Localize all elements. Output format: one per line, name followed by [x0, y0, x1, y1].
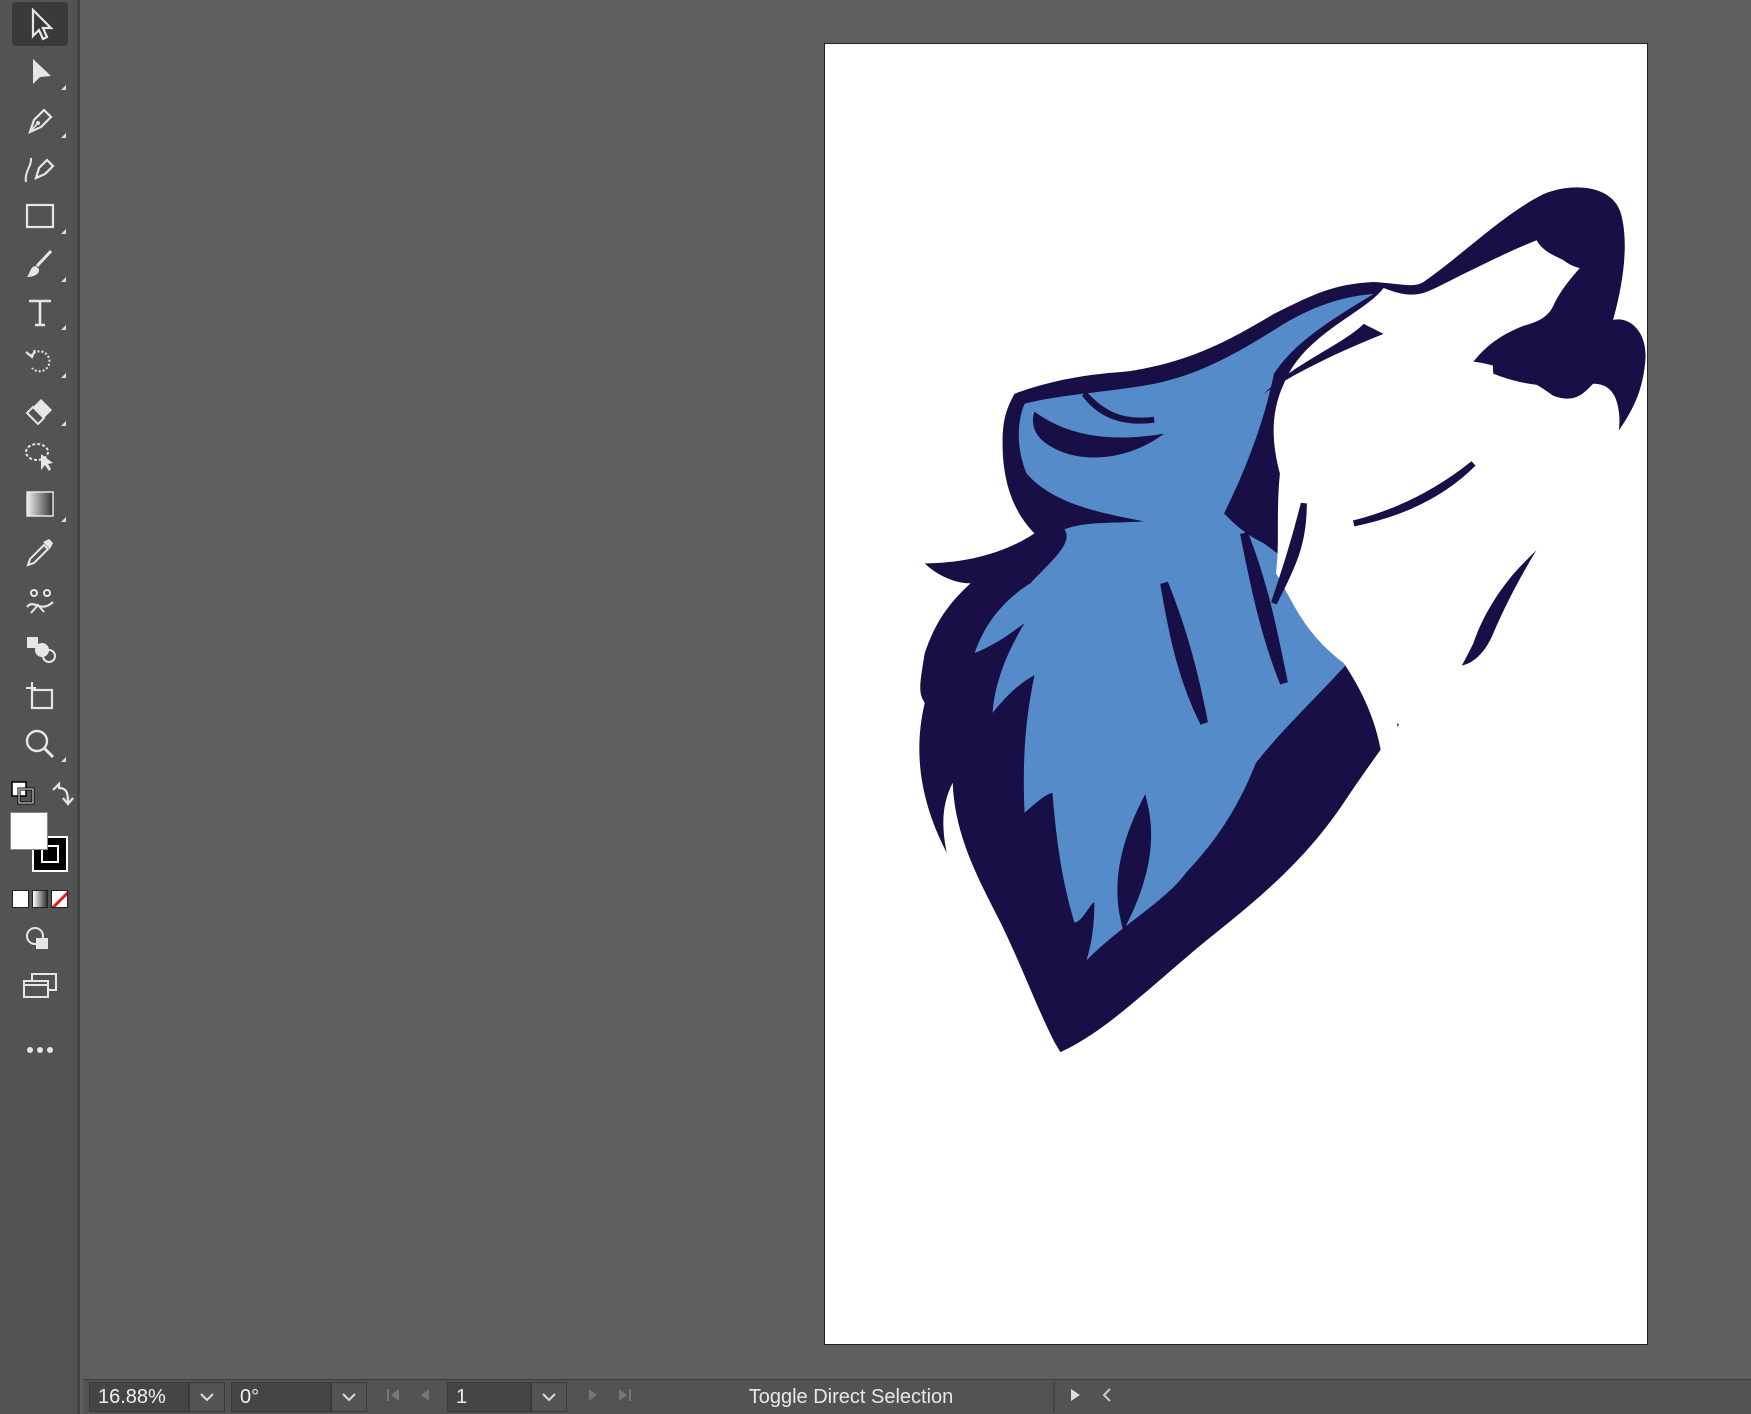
eyedropper-icon: [26, 539, 53, 567]
rotation-dropdown-button[interactable]: [331, 1382, 367, 1412]
tool-group-indicator: [61, 373, 66, 378]
screen-mode-button[interactable]: [20, 970, 60, 1002]
paintbrush-tool-button[interactable]: [12, 242, 68, 286]
chevron-down-icon: [200, 1393, 214, 1402]
artboard[interactable]: [824, 43, 1648, 1345]
previous-icon: [421, 1388, 429, 1401]
tool-group-indicator: [61, 421, 66, 426]
last-artboard-button[interactable]: [609, 1387, 641, 1408]
zoom-icon: [25, 729, 55, 759]
none-mode-button[interactable]: [51, 890, 69, 908]
tool-group-indicator: [61, 757, 66, 762]
status-menu-button[interactable]: [1059, 1387, 1091, 1408]
lasso-icon: [25, 443, 53, 471]
artboard-icon: [26, 682, 54, 710]
fill-swatch[interactable]: [10, 812, 48, 850]
artboard-tool-button[interactable]: [12, 674, 68, 718]
paintbrush-icon: [27, 249, 53, 277]
fill-stroke-swatches: [10, 812, 70, 874]
rotation-field[interactable]: 0°: [231, 1382, 331, 1412]
chevron-left-icon: [1102, 1387, 1111, 1402]
rotate-tool-button[interactable]: [12, 338, 68, 382]
first-page-icon: [387, 1388, 399, 1401]
tool-group-indicator: [61, 517, 66, 522]
puppet-warp-tool-button[interactable]: [12, 578, 68, 622]
zoom-dropdown-button[interactable]: [189, 1382, 225, 1412]
selection-arrow-icon: [31, 7, 54, 41]
chevron-down-icon: [542, 1393, 556, 1402]
swap-fill-stroke-button[interactable]: [48, 780, 74, 806]
artboard-number-field[interactable]: 1: [447, 1382, 531, 1412]
rectangle-tool-button[interactable]: [12, 194, 68, 238]
zoom-level-field[interactable]: 16.88%: [89, 1382, 189, 1412]
eraser-icon: [25, 399, 52, 426]
pen-tool-button[interactable]: [12, 98, 68, 142]
curvature-tool-button[interactable]: [12, 146, 68, 190]
tool-group-indicator: [61, 277, 66, 282]
rectangle-icon: [25, 203, 55, 229]
tool-group-indicator: [61, 133, 66, 138]
puppet-warp-icon: [26, 589, 54, 614]
gradient-icon: [26, 491, 54, 517]
type-icon: [29, 299, 51, 327]
next-artboard-button[interactable]: [577, 1387, 609, 1408]
chevron-down-icon: [342, 1393, 356, 1402]
tool-group-indicator: [61, 229, 66, 234]
direct-selection-arrow-icon: [33, 59, 51, 84]
swap-arrow-icon: [52, 781, 74, 806]
gradient-mode-button[interactable]: [31, 890, 49, 908]
wolf-illustration[interactable]: [825, 44, 1647, 1344]
last-page-icon: [619, 1388, 631, 1401]
color-mode-buttons: [12, 890, 69, 908]
rotate-icon: [25, 349, 51, 373]
pen-icon: [28, 108, 53, 135]
previous-artboard-button[interactable]: [409, 1387, 441, 1408]
tool-group-indicator: [61, 325, 66, 330]
shape-builder-tool-button[interactable]: [12, 626, 68, 670]
next-icon: [589, 1388, 597, 1401]
default-colors-icon: [11, 781, 35, 805]
tool-group-indicator: [61, 85, 66, 90]
zoom-tool-button[interactable]: [12, 722, 68, 766]
edit-toolbar-button[interactable]: [22, 1038, 58, 1062]
artboard-dropdown-button[interactable]: [531, 1382, 567, 1412]
tools-panel: [0, 0, 80, 1414]
play-triangle-icon: [1071, 1388, 1080, 1401]
shape-builder-icon: [27, 637, 56, 663]
drawing-modes-button[interactable]: [22, 924, 58, 954]
collapse-status-button[interactable]: [1091, 1387, 1123, 1408]
direct-selection-tool-button[interactable]: [12, 50, 68, 94]
lasso-tool-button[interactable]: [12, 434, 68, 478]
screen-mode-icon: [23, 973, 57, 998]
gradient-tool-button[interactable]: [12, 482, 68, 526]
more-dots-icon: [27, 1047, 53, 1053]
color-mode-button[interactable]: [12, 890, 29, 908]
status-text: Toggle Direct Selection: [748, 1385, 954, 1408]
curvature-pen-icon: [24, 157, 55, 183]
eyedropper-tool-button[interactable]: [12, 530, 68, 574]
selection-tool-button[interactable]: [12, 2, 68, 46]
draw-mode-icon: [26, 927, 48, 949]
status-bar: 16.88% 0° 1 Toggle Direct Selection: [83, 1379, 1751, 1414]
status-divider: [1053, 1382, 1055, 1412]
type-tool-button[interactable]: [12, 290, 68, 334]
eraser-tool-button[interactable]: [12, 386, 68, 430]
default-fill-stroke-button[interactable]: [10, 780, 36, 806]
first-artboard-button[interactable]: [377, 1387, 409, 1408]
